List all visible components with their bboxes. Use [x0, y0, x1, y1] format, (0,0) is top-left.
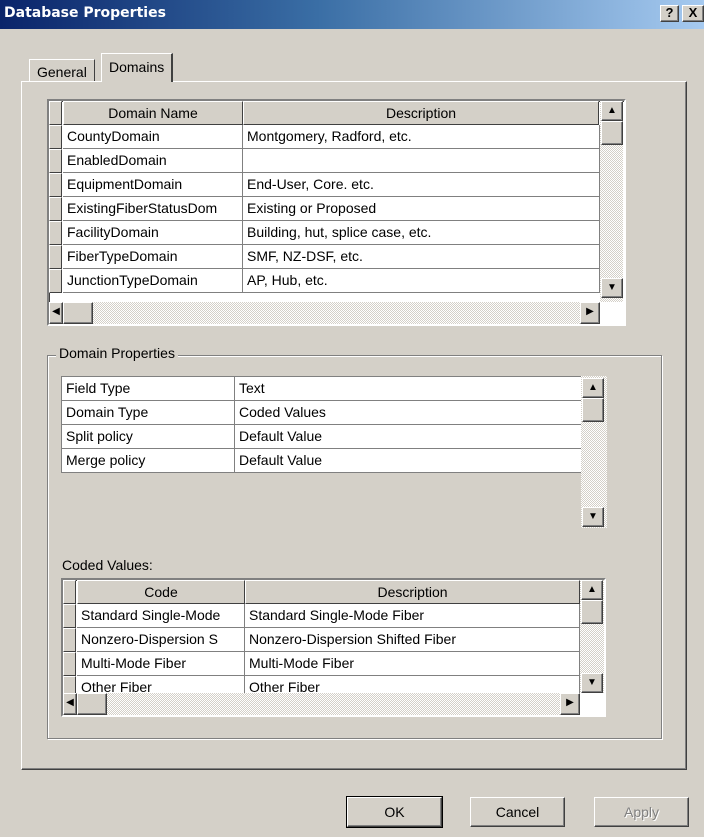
coded-vscroll-thumb[interactable] [581, 600, 603, 624]
property-row[interactable]: Domain Type Coded Values [62, 401, 581, 425]
row-selector[interactable] [49, 269, 62, 293]
code-cell: Nonzero-Dispersion S [77, 628, 245, 652]
left-arrow-icon[interactable]: ◀ [49, 302, 63, 324]
property-value-cell[interactable]: Text [235, 377, 581, 401]
coded-values-table[interactable]: Code Description Standard Single-Mode Sta… [61, 578, 606, 717]
close-button[interactable]: X [682, 5, 704, 22]
property-value-cell[interactable]: Default Value [235, 425, 581, 449]
tab-general[interactable]: General [29, 59, 95, 81]
description-cell: Multi-Mode Fiber [245, 652, 580, 676]
property-row[interactable]: Split policy Default Value [62, 425, 581, 449]
cancel-button[interactable]: Cancel [470, 797, 565, 827]
column-header-code[interactable]: Code [77, 580, 245, 604]
window-title: Database Properties [4, 5, 166, 21]
table-row[interactable]: FacilityDomain Building, hut, splice case… [49, 221, 600, 245]
up-arrow-icon[interactable]: ▲ [581, 580, 603, 600]
row-selector[interactable] [49, 125, 62, 149]
description-cell: Building, hut, splice case, etc. [243, 221, 600, 245]
apply-button[interactable]: Apply [594, 797, 689, 827]
domain-name-cell: JunctionTypeDomain [63, 269, 243, 293]
left-arrow-icon[interactable]: ◀ [63, 693, 77, 715]
table-row[interactable]: Nonzero-Dispersion S Nonzero-Dispersion S… [63, 628, 580, 652]
property-name-cell: Split policy [62, 425, 235, 449]
description-cell: Montgomery, Radford, etc. [243, 125, 600, 149]
domains-vscroll-thumb[interactable] [601, 121, 623, 145]
domain-properties-table[interactable]: Field Type Text Domain Type Coded Values Spl… [61, 376, 607, 528]
row-selector[interactable] [49, 221, 62, 245]
column-header-description[interactable]: Description [243, 101, 599, 125]
property-name-cell: Field Type [62, 377, 235, 401]
header-corner [63, 580, 76, 604]
domain-name-cell: CountyDomain [63, 125, 243, 149]
description-cell: SMF, NZ-DSF, etc. [243, 245, 600, 269]
property-row[interactable]: Merge policy Default Value [62, 449, 581, 473]
right-arrow-icon[interactable]: ▶ [580, 302, 600, 324]
column-header-description[interactable]: Description [245, 580, 580, 604]
property-value-cell[interactable]: Coded Values [235, 401, 581, 425]
domain-name-cell: EnabledDomain [63, 149, 243, 173]
row-selector[interactable] [63, 628, 76, 652]
properties-vscroll-thumb[interactable] [582, 398, 604, 422]
domain-name-cell: EquipmentDomain [63, 173, 243, 197]
table-row[interactable]: CountyDomain Montgomery, Radford, etc. [49, 125, 600, 149]
description-cell: End-User, Core. etc. [243, 173, 600, 197]
description-cell [243, 149, 600, 173]
down-arrow-icon[interactable]: ▼ [581, 673, 603, 693]
property-value-cell[interactable]: Default Value [235, 449, 581, 473]
coded-hscroll-thumb[interactable] [77, 693, 107, 715]
domain-properties-label: Domain Properties [56, 345, 178, 361]
description-cell: Standard Single-Mode Fiber [245, 604, 580, 628]
help-button[interactable]: ? [660, 5, 679, 22]
description-cell: AP, Hub, etc. [243, 269, 600, 293]
right-arrow-icon[interactable]: ▶ [560, 693, 580, 715]
property-name-cell: Merge policy [62, 449, 235, 473]
row-selector[interactable] [63, 604, 76, 628]
description-cell: Existing or Proposed [243, 197, 600, 221]
table-row[interactable]: FiberTypeDomain SMF, NZ-DSF, etc. [49, 245, 600, 269]
ok-button[interactable]: OK [346, 796, 443, 828]
domain-name-cell: FacilityDomain [63, 221, 243, 245]
domain-name-cell: ExistingFiberStatusDom [63, 197, 243, 221]
column-header-domain-name[interactable]: Domain Name [63, 101, 243, 125]
row-selector[interactable] [49, 245, 62, 269]
down-arrow-icon[interactable]: ▼ [601, 278, 623, 298]
header-corner [49, 101, 62, 125]
property-row[interactable]: Field Type Text [62, 377, 581, 401]
tab-domains[interactable]: Domains [101, 53, 174, 82]
table-row[interactable]: EnabledDomain [49, 149, 600, 173]
domain-name-cell: FiberTypeDomain [63, 245, 243, 269]
table-row[interactable]: JunctionTypeDomain AP, Hub, etc. [49, 269, 600, 293]
row-selector[interactable] [49, 197, 62, 221]
code-cell: Standard Single-Mode [77, 604, 245, 628]
domains-table[interactable]: Domain Name Description CountyDomain Mont… [47, 99, 626, 326]
domains-hscroll-thumb[interactable] [63, 302, 93, 324]
description-cell: Nonzero-Dispersion Shifted Fiber [245, 628, 580, 652]
up-arrow-icon[interactable]: ▲ [582, 378, 604, 398]
code-cell: Multi-Mode Fiber [77, 652, 245, 676]
table-row[interactable]: ExistingFiberStatusDom Existing or Propos… [49, 197, 600, 221]
domains-hscroll-track[interactable] [49, 302, 600, 324]
row-selector[interactable] [63, 652, 76, 676]
table-row[interactable]: Multi-Mode Fiber Multi-Mode Fiber [63, 652, 580, 676]
property-name-cell: Domain Type [62, 401, 235, 425]
row-selector[interactable] [49, 149, 62, 173]
coded-values-label: Coded Values: [62, 557, 153, 573]
down-arrow-icon[interactable]: ▼ [582, 507, 604, 527]
row-selector[interactable] [49, 173, 62, 197]
table-row[interactable]: EquipmentDomain End-User, Core. etc. [49, 173, 600, 197]
up-arrow-icon[interactable]: ▲ [601, 101, 623, 121]
table-row[interactable]: Standard Single-Mode Standard Single-Mode… [63, 604, 580, 628]
coded-hscroll-track[interactable] [63, 693, 580, 715]
